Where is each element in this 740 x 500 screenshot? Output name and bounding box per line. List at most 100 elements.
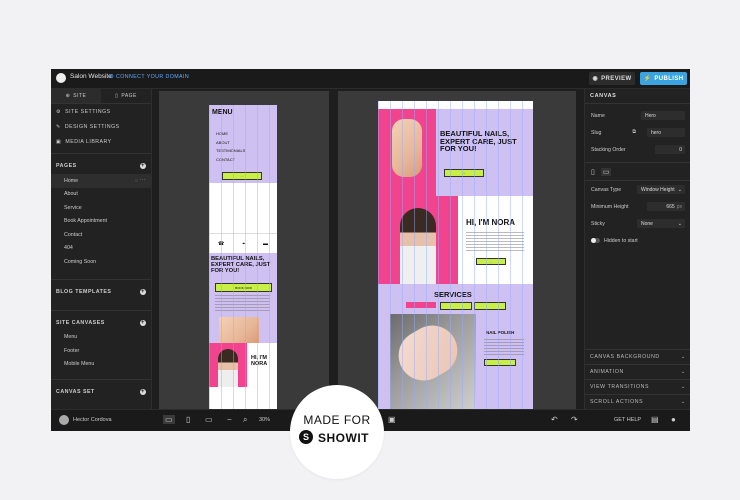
mobile-view-icon[interactable]: ▯ xyxy=(591,168,595,176)
media-library-label: MEDIA LIBRARY xyxy=(65,138,112,145)
page-label: Contact xyxy=(64,231,83,238)
redo-icon[interactable]: ↷ xyxy=(571,415,578,424)
desktop-hero-button[interactable]: → xyxy=(444,169,484,177)
stacking-field[interactable]: 0 xyxy=(655,145,685,154)
mobile-portrait-image[interactable] xyxy=(209,343,247,387)
pages-header: PAGES + xyxy=(51,158,151,174)
accordion-canvas-background[interactable]: CANVAS BACKGROUND ⌄ xyxy=(585,349,690,363)
mobile-menu-section[interactable]: MENU HOME ABOUT TESTIMONIALS CONTACT ··· xyxy=(209,105,277,183)
add-blog-template-icon[interactable]: + xyxy=(140,288,146,295)
add-page-icon[interactable]: + xyxy=(140,163,146,169)
site-settings-label: SITE SETTINGS xyxy=(65,108,111,115)
canvas-label: Mobile Menu xyxy=(64,361,95,368)
zoom-icon[interactable]: ⌕ xyxy=(243,415,247,425)
mobile-menu-button[interactable]: ··· xyxy=(222,172,262,180)
desktop-services-section[interactable]: SERVICES NAIL POLISH ··· xyxy=(378,284,533,411)
mobile-book-button[interactable]: BOOK NOW xyxy=(215,283,272,292)
chevron-down-icon: ⌄ xyxy=(677,220,682,227)
get-help-link[interactable]: GET HELP xyxy=(614,417,641,423)
min-height-field[interactable]: 665 px xyxy=(647,202,685,211)
tab-page[interactable]: ▯ PAGE xyxy=(101,89,151,103)
accordion-scroll-actions[interactable]: SCROLL ACTIONS ⌄ xyxy=(585,394,690,408)
accordion-animation[interactable]: ANIMATION ⌄ xyxy=(585,364,690,378)
brush-icon: ✎ xyxy=(56,123,61,130)
made-for-showit-badge: MADE FOR S SHOWIT xyxy=(290,385,384,479)
preview-button[interactable]: ◉ PREVIEW xyxy=(589,72,635,85)
nail-polish-image[interactable] xyxy=(389,314,476,409)
mobile-view-icon[interactable]: ▯ xyxy=(186,415,190,424)
mobile-menu-item[interactable]: TESTIMONIALS xyxy=(216,147,245,156)
divider xyxy=(51,309,151,311)
desktop-about-button[interactable]: ··· xyxy=(476,258,506,265)
add-canvas-icon[interactable]: + xyxy=(140,319,146,326)
chat-icon[interactable]: ● xyxy=(671,415,676,424)
mobile-menu-item[interactable]: HOME xyxy=(216,130,245,139)
nail-polish-paragraph xyxy=(484,339,524,355)
mobile-about-section[interactable]: HI, I'M NORA xyxy=(209,343,277,410)
showit-logo-icon[interactable] xyxy=(56,73,66,83)
desktop-view-icon[interactable]: ▭ xyxy=(163,415,175,424)
nail-polish-button[interactable]: ··· xyxy=(484,359,516,366)
service-tab[interactable] xyxy=(474,302,506,310)
eye-icon: ◉ xyxy=(592,76,599,82)
avatar[interactable] xyxy=(59,415,69,425)
page-item-about[interactable]: About xyxy=(51,188,151,202)
page-item-service[interactable]: Service xyxy=(51,201,151,215)
monitor-icon[interactable]: ▭ xyxy=(205,415,213,424)
zoom-out-icon[interactable]: − xyxy=(227,415,232,424)
connect-domain-label: CONNECT YOUR DOMAIN xyxy=(116,74,190,80)
slug-field[interactable]: hero xyxy=(646,128,685,137)
canvas-item-mobile-menu[interactable]: Mobile Menu xyxy=(51,358,151,372)
publish-button[interactable]: ⚡ PUBLISH xyxy=(640,72,687,85)
mobile-menu-item[interactable]: ABOUT xyxy=(216,139,245,148)
mobile-canvas-area[interactable]: MENU HOME ABOUT TESTIMONIALS CONTACT ···… xyxy=(159,91,329,410)
add-canvas-set-icon[interactable]: + xyxy=(140,389,146,395)
mobile-hero-section[interactable]: BEAUTIFUL NAILS, EXPERT CARE, JUST FOR Y… xyxy=(209,253,277,343)
min-height-row: Minimum Height 665 px xyxy=(585,198,690,215)
right-panel: CANVAS Name Hero Slug ⧉ hero Stacking Order… xyxy=(584,89,690,409)
page-item-coming-soon[interactable]: Coming Soon xyxy=(51,255,151,269)
mobile-blank-section[interactable] xyxy=(209,183,277,233)
connect-domain-link[interactable]: ⚙ CONNECT YOUR DOMAIN xyxy=(109,74,189,80)
canvas-type-select[interactable]: Window Height ⌄ xyxy=(637,185,685,194)
hidden-label: Hidden to start xyxy=(604,237,638,244)
page-item-home[interactable]: Home ◌ ⋯ xyxy=(51,174,151,188)
desktop-view-icon[interactable]: ▭ xyxy=(600,167,612,176)
canvas-set-header[interactable]: CANVAS SET + xyxy=(51,384,151,400)
canvas-item-footer[interactable]: Footer xyxy=(51,344,151,358)
desktop-hero-section[interactable]: BEAUTIFUL NAILS, EXPERT CARE, JUST FOR Y… xyxy=(378,109,533,196)
service-tab[interactable] xyxy=(406,302,436,308)
site-settings-item[interactable]: ⚙ SITE SETTINGS xyxy=(51,104,151,119)
name-field[interactable]: Hero xyxy=(641,111,685,120)
page-item-contact[interactable]: Contact xyxy=(51,228,151,242)
mobile-hero-image[interactable] xyxy=(219,317,259,343)
design-settings-item[interactable]: ✎ DESIGN SETTINGS xyxy=(51,119,151,134)
service-tab[interactable] xyxy=(440,302,472,310)
desktop-about-paragraph xyxy=(466,232,524,252)
sticky-select[interactable]: None ⌄ xyxy=(637,219,685,228)
canvas-item-menu[interactable]: Menu xyxy=(51,331,151,345)
clipboard-icon[interactable]: ▤ xyxy=(651,415,659,424)
hidden-toggle[interactable] xyxy=(591,238,600,243)
hand-image xyxy=(392,119,422,177)
site-canvases-header[interactable]: SITE CANVASES + xyxy=(51,315,151,331)
image-icon[interactable]: ▣ xyxy=(388,415,396,424)
desktop-portrait-image[interactable] xyxy=(378,196,458,284)
tab-site[interactable]: ⊕ SITE xyxy=(51,89,101,103)
page-item-404[interactable]: 404 xyxy=(51,242,151,256)
nail-polish-title: NAIL POLISH xyxy=(486,330,515,335)
desktop-canvas-area[interactable]: BEAUTIFUL NAILS, EXPERT CARE, JUST FOR Y… xyxy=(338,91,576,411)
undo-icon[interactable]: ↶ xyxy=(551,415,558,424)
zoom-level[interactable]: 30% xyxy=(259,417,270,423)
blog-templates-header[interactable]: BLOG TEMPLATES + xyxy=(51,284,151,300)
page-item-book-appointment[interactable]: Book Appointment xyxy=(51,215,151,229)
desktop-hero-image[interactable] xyxy=(378,109,436,196)
media-library-item[interactable]: ▣ MEDIA LIBRARY xyxy=(51,134,151,149)
mobile-menu-item[interactable]: CONTACT xyxy=(216,156,245,165)
desktop-services-title: SERVICES xyxy=(434,290,472,299)
desktop-about-section[interactable]: HI, I'M NORA ··· xyxy=(378,196,533,284)
more-icon[interactable]: ◌ ⋯ xyxy=(135,178,145,184)
accordion-view-transitions[interactable]: VIEW TRANSITIONS ⌄ xyxy=(585,379,690,393)
phone-icon: ☎ xyxy=(217,241,225,247)
canvas-type-row: Canvas Type Window Height ⌄ xyxy=(585,180,690,198)
